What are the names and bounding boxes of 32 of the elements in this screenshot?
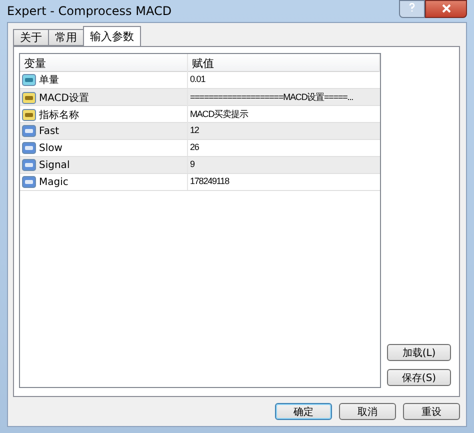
side-button[interactable]: 加载(L) — [387, 344, 451, 361]
tab[interactable]: 关于 — [13, 29, 49, 46]
parameter-value[interactable]: 178249118 — [188, 174, 380, 190]
parameter-value[interactable]: ====================MACD设置=====... — [188, 89, 380, 106]
parameter-value[interactable]: 0.01 — [188, 72, 380, 88]
text-type-icon — [22, 92, 36, 104]
window-title: Expert - Comprocess MACD — [7, 4, 172, 18]
side-button[interactable]: 保存(S) — [387, 369, 451, 386]
name-text: Magic — [39, 176, 68, 188]
tab[interactable]: 输入参数 — [83, 26, 141, 46]
dialog-button[interactable]: 取消 — [339, 403, 396, 420]
name-text: 单量 — [39, 74, 59, 87]
integer-type-icon — [22, 159, 36, 171]
integer-type-icon — [22, 125, 36, 137]
decimal-type-icon — [22, 74, 36, 86]
dialog-button[interactable]: 重设 — [403, 403, 460, 420]
name-text: Fast — [39, 126, 60, 136]
parameter-value[interactable]: MACD买卖提示 — [188, 106, 380, 123]
parameter-value[interactable]: 26 — [188, 140, 380, 156]
close-button[interactable] — [425, 0, 467, 18]
close-icon — [442, 4, 450, 13]
name-text: 指标名称 — [39, 108, 79, 122]
parameter-value[interactable]: 9 — [188, 157, 380, 173]
help-icon — [409, 3, 415, 12]
help-button[interactable] — [399, 0, 425, 18]
tab[interactable]: 常用 — [48, 29, 84, 46]
parameter-value[interactable]: 12 — [188, 123, 380, 139]
name-text: Slow — [39, 142, 62, 154]
name-text: Signal — [39, 160, 70, 170]
text-type-icon — [22, 108, 36, 120]
dialog-button[interactable]: 确定 — [275, 403, 332, 420]
name-text: MACD设置 — [39, 92, 89, 104]
